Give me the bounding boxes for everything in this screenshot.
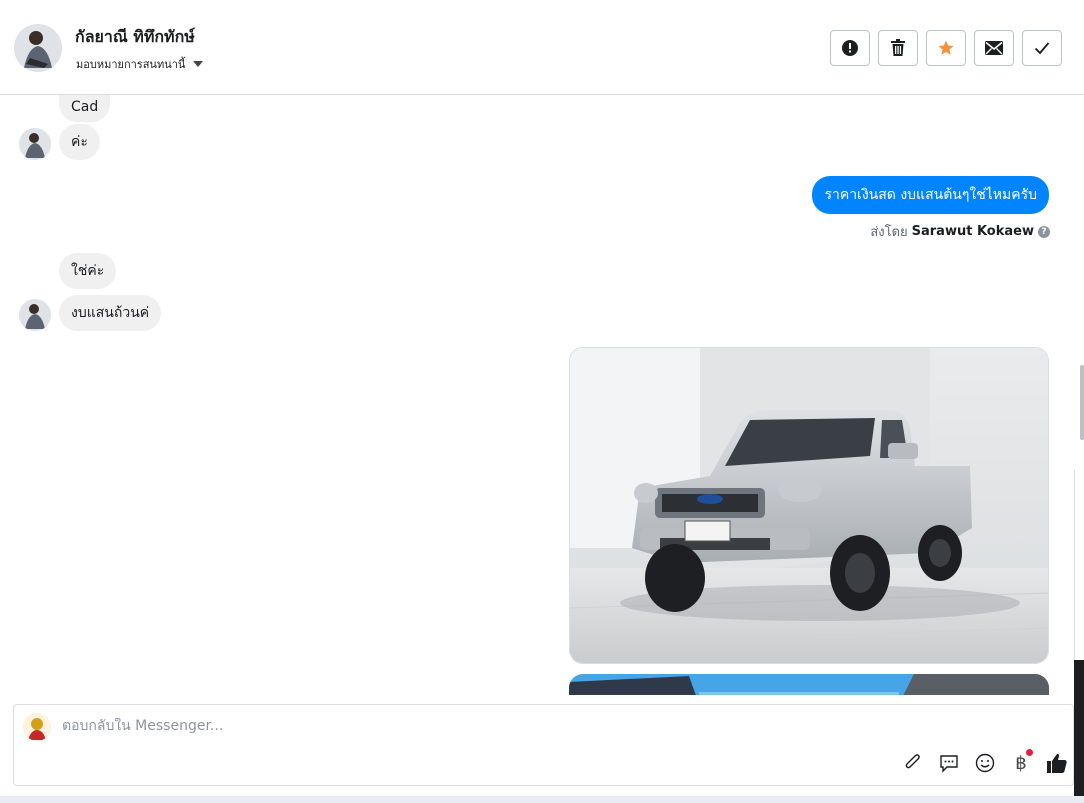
reply-composer: ฿ [13, 704, 1074, 786]
contact-avatar-small [19, 299, 51, 331]
scrollbar[interactable] [1080, 365, 1084, 440]
saved-replies-button[interactable] [937, 751, 961, 775]
pickup-truck-photo [570, 348, 1048, 663]
image-attachment-partial[interactable] [569, 674, 1049, 695]
payment-button[interactable]: ฿ [1009, 749, 1033, 775]
star-button[interactable] [926, 30, 966, 66]
message-bubble-incoming[interactable]: ค่ะ [59, 124, 100, 160]
star-icon [938, 40, 954, 55]
contact-avatar[interactable] [14, 24, 62, 72]
emoji-icon [975, 753, 995, 773]
side-panel-edge [1074, 470, 1084, 660]
page-avatar [23, 713, 51, 741]
composer-tools: ฿ [901, 749, 1069, 775]
thumbs-up-icon [1047, 753, 1067, 773]
assign-label: มอบหมายการสนทนานี้ [76, 58, 186, 71]
sent-by-name[interactable]: Sarawut Kokaew [912, 224, 1034, 239]
message-bubble-incoming[interactable]: ใช่ค่ะ [59, 253, 117, 289]
caret-down-icon [193, 61, 204, 67]
delete-button[interactable] [878, 30, 918, 66]
envelope-icon [985, 41, 1003, 55]
contact-avatar-small [19, 128, 51, 160]
message-bubble-incoming[interactable]: Cad [59, 95, 111, 122]
mark-done-button[interactable] [1022, 30, 1062, 66]
notification-dot [1026, 749, 1033, 756]
message-bubble-incoming[interactable]: งบแสนถ้วนค่ [59, 295, 162, 331]
paperclip-icon [905, 754, 920, 769]
attach-file-button[interactable] [901, 751, 925, 775]
baht-payment-icon: ฿ [1015, 752, 1027, 774]
emoji-button[interactable] [973, 751, 997, 775]
check-icon [1034, 42, 1050, 55]
trash-icon [891, 39, 905, 56]
side-panel-dark-edge [1074, 660, 1084, 803]
like-button[interactable] [1045, 751, 1069, 775]
inbox-conversation-view: กัลยาณี ทิทึกทักษ์ มอบหมายการสนทนานี้ Ca… [0, 0, 1084, 803]
bottom-strip [0, 796, 1084, 803]
report-spam-button[interactable] [830, 30, 870, 66]
message-thread[interactable]: Cad ค่ะ ราคาเงินสด งบแสนต้นๆใช่ไหมครับ ส… [0, 95, 1072, 695]
conversation-header: กัลยาณี ทิทึกทักษ์ มอบหมายการสนทนานี้ [0, 0, 1084, 95]
help-icon[interactable]: ? [1038, 225, 1050, 238]
sent-by-label: ส่งโดย Sarawut Kokaew ? [870, 221, 1050, 242]
sent-by-prefix: ส่งโดย [870, 225, 908, 240]
header-actions [830, 30, 1062, 66]
message-bubble-outgoing[interactable]: ราคาเงินสด งบแสนต้นๆใช่ไหมครับ [812, 176, 1049, 214]
image-attachment[interactable] [569, 347, 1049, 664]
mark-unread-button[interactable] [974, 30, 1014, 66]
alert-circle-icon [842, 40, 858, 56]
contact-name[interactable]: กัลยาณี ทิทึกทักษ์ [75, 25, 195, 50]
building-photo [569, 674, 1049, 695]
reply-input[interactable] [62, 718, 662, 734]
assign-conversation-dropdown[interactable]: มอบหมายการสนทนานี้ [76, 55, 204, 73]
saved-reply-icon [940, 755, 958, 773]
